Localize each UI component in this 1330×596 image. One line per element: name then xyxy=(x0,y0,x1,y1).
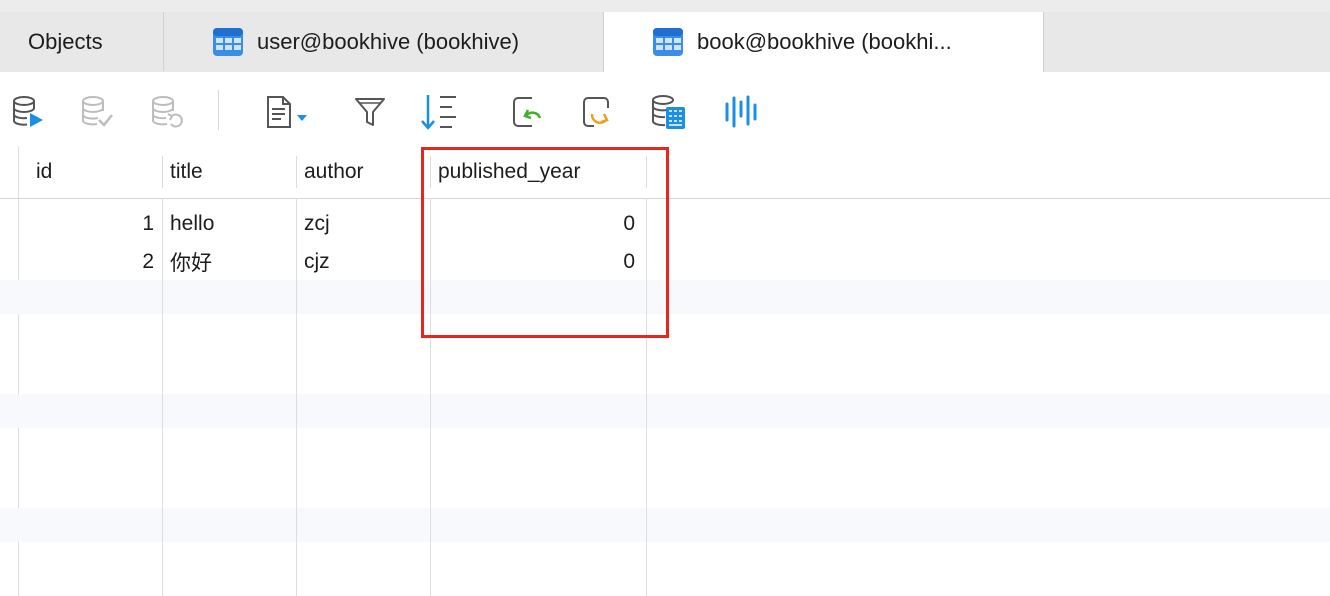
row-stripe xyxy=(0,280,1330,314)
column-header-id[interactable]: id xyxy=(28,146,162,198)
column-header-published-year[interactable]: published_year xyxy=(430,146,646,198)
commit-icon xyxy=(82,96,113,127)
column-header-label: published_year xyxy=(438,160,581,183)
cell-author[interactable]: cjz xyxy=(296,243,430,281)
commit-button[interactable] xyxy=(77,92,117,132)
cell-title[interactable]: 你好 xyxy=(162,243,296,281)
sort-icon xyxy=(421,95,456,130)
tab-user-table[interactable]: user@bookhive (bookhive) xyxy=(164,12,604,71)
cell-title[interactable]: hello xyxy=(162,205,296,243)
cell-published-year[interactable]: 0 xyxy=(430,243,643,281)
export-icon xyxy=(583,97,609,127)
tab-objects[interactable]: Objects xyxy=(0,12,164,71)
row-stripe xyxy=(0,508,1330,542)
grid-header: id title author published_year xyxy=(0,146,1330,199)
run-query-icon xyxy=(13,96,43,127)
sort-button[interactable] xyxy=(420,92,460,132)
toolbar-separator xyxy=(218,90,219,130)
column-header-label: id xyxy=(36,160,53,183)
column-header-author[interactable]: author xyxy=(296,146,430,198)
export-button[interactable] xyxy=(578,92,618,132)
tab-user-table-label: user@bookhive (bookhive) xyxy=(257,28,520,54)
cell-id[interactable]: 1 xyxy=(20,205,162,243)
import-icon xyxy=(513,97,542,127)
tab-book-table-label: book@bookhive (bookhi... xyxy=(697,29,952,54)
row-stripe xyxy=(0,394,1330,428)
cell-id[interactable]: 2 xyxy=(20,243,162,281)
tab-objects-label: Objects xyxy=(28,28,103,54)
column-header-title[interactable]: title xyxy=(162,146,296,198)
filter-icon xyxy=(355,98,385,126)
run-query-button[interactable] xyxy=(8,92,48,132)
table-icon xyxy=(213,27,243,56)
cell-published-year[interactable]: 0 xyxy=(430,205,643,243)
toolbar xyxy=(0,72,1330,147)
data-generator-button[interactable] xyxy=(648,92,688,132)
column-header-label: author xyxy=(304,160,364,183)
data-generator-icon xyxy=(652,95,685,129)
table-row[interactable]: 1 hello zcj 0 xyxy=(0,205,1330,243)
text-view-icon xyxy=(267,96,307,128)
chart-icon xyxy=(725,95,757,128)
table-icon xyxy=(653,28,683,56)
data-grid: id title author published_year 1 hello z… xyxy=(0,146,1330,596)
text-view-button[interactable] xyxy=(262,92,312,132)
filter-button[interactable] xyxy=(350,92,390,132)
rollback-icon xyxy=(152,96,183,128)
rollback-button[interactable] xyxy=(147,92,187,132)
column-separator[interactable] xyxy=(646,156,647,188)
chart-button[interactable] xyxy=(720,92,760,132)
tab-book-table[interactable]: book@bookhive (bookhi... xyxy=(604,12,1044,72)
tab-bar: Objects user@bookhive (bookhive) book@bo… xyxy=(0,12,1330,73)
cell-author[interactable]: zcj xyxy=(296,205,430,243)
column-header-label: title xyxy=(170,160,203,183)
table-row[interactable]: 2 你好 cjz 0 xyxy=(0,243,1330,281)
import-button[interactable] xyxy=(508,92,548,132)
